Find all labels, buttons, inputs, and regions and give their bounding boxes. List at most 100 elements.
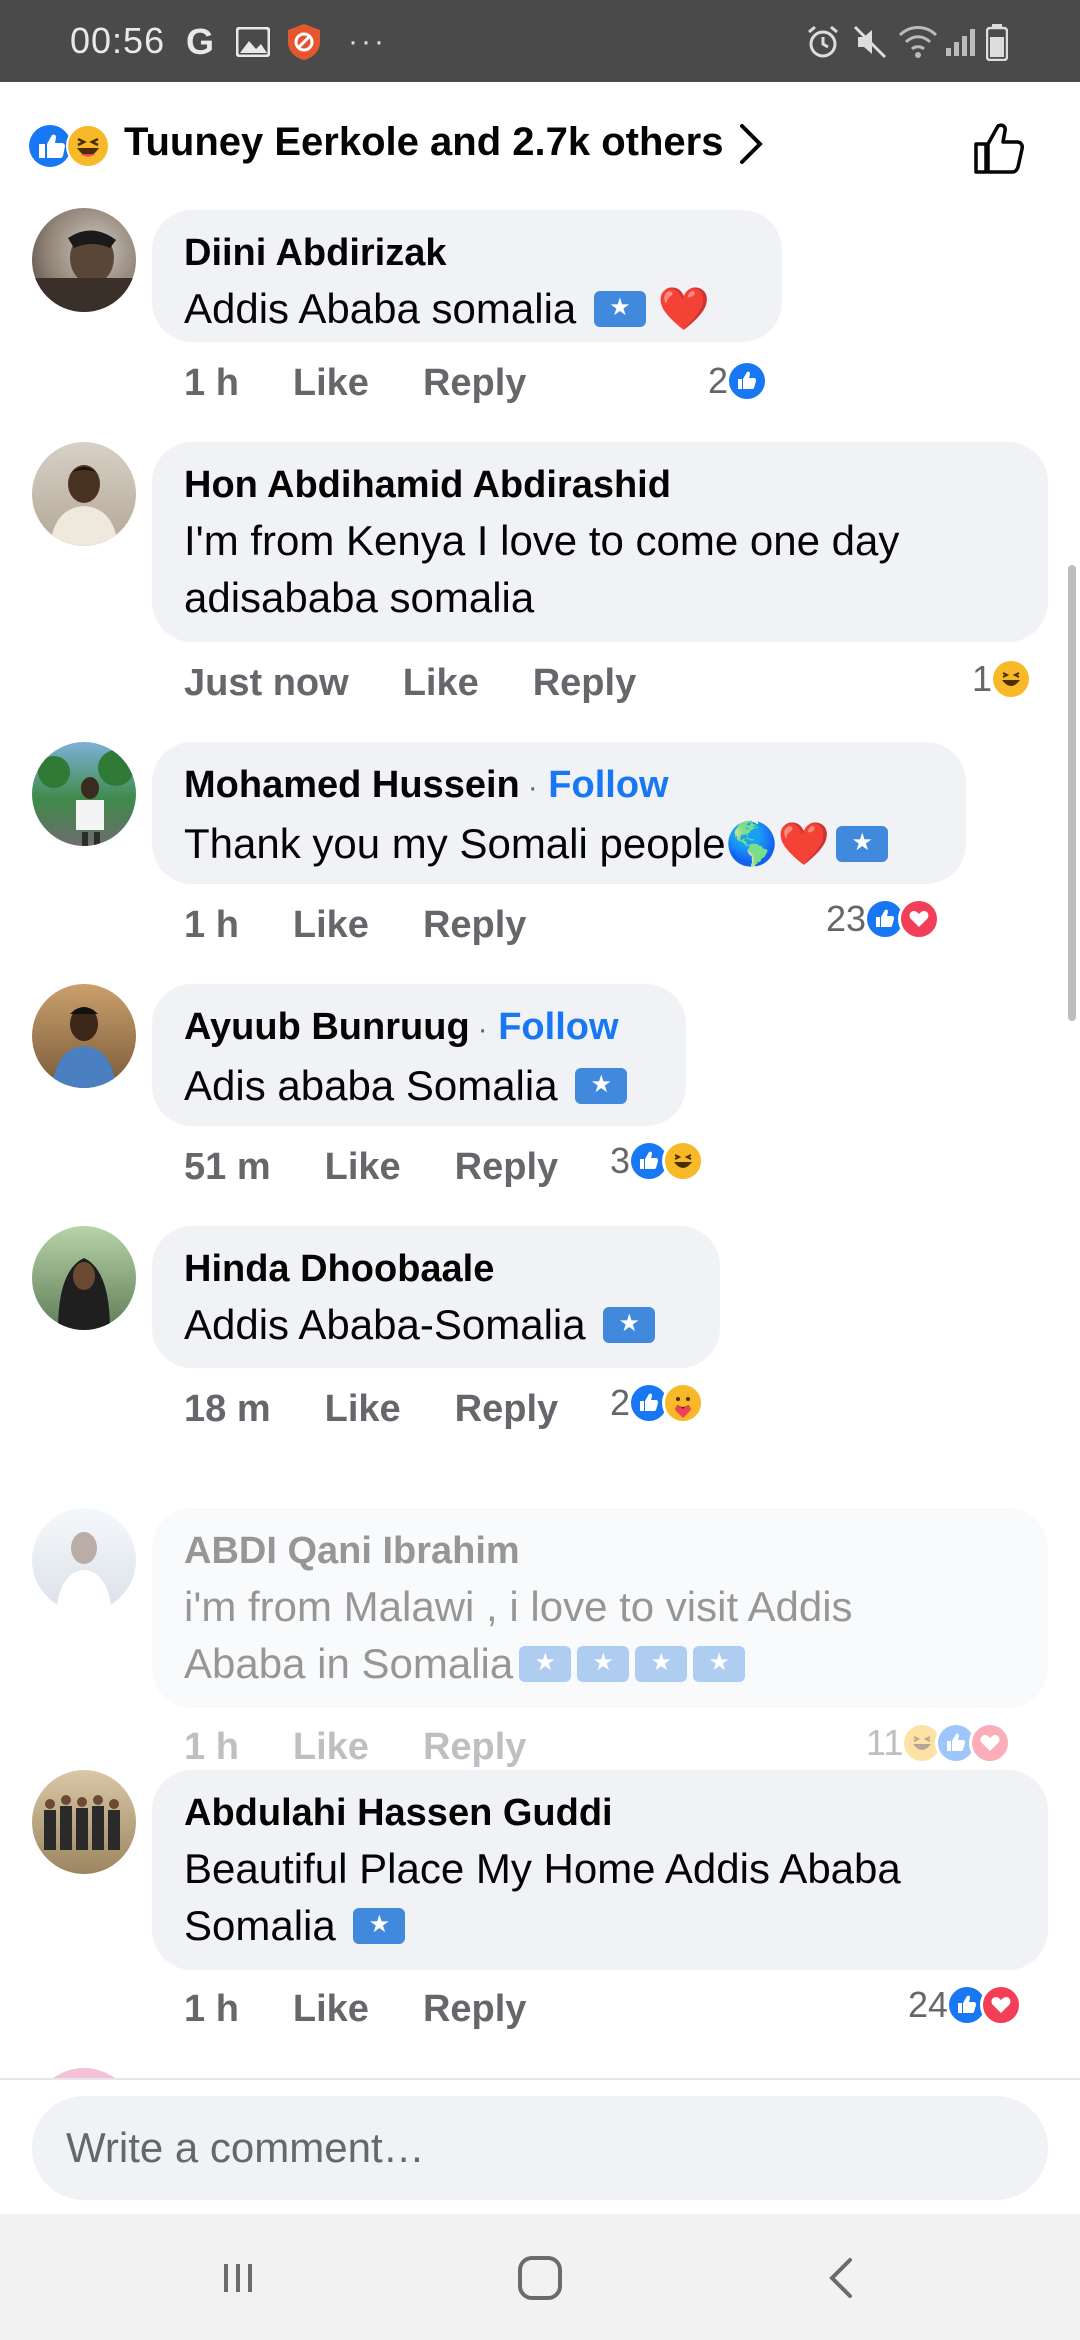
comment-text-line: I'm from Kenya I love to come one day	[184, 517, 900, 564]
reply-button[interactable]: Reply	[533, 662, 636, 705]
gallery-icon	[236, 22, 270, 62]
google-icon: G	[186, 21, 215, 62]
comment-time[interactable]: 1 h	[184, 1726, 239, 1769]
comment-time[interactable]: 18 m	[184, 1388, 271, 1431]
avatar[interactable]	[32, 984, 136, 1088]
next-avatar-peek	[32, 2068, 136, 2078]
chevron-right-icon[interactable]	[736, 122, 766, 171]
comment-text: Adis ababa Somalia	[184, 1057, 654, 1114]
shield-icon	[286, 22, 322, 62]
reply-button[interactable]: Reply	[423, 1988, 526, 2031]
comment-bubble[interactable]: Diini Abdirizak Addis Ababa somalia ❤️	[152, 210, 782, 342]
avatar[interactable]	[32, 442, 136, 546]
avatar[interactable]	[32, 208, 136, 312]
somalia-flag-icon	[603, 1307, 656, 1343]
commenter-name[interactable]: Hon Abdihamid Abdirashid	[184, 462, 1016, 508]
like-button[interactable]: Like	[293, 1726, 369, 1769]
globe-heart-emoji: 🌎❤️	[725, 820, 831, 867]
comment-time[interactable]: 1 h	[184, 904, 239, 947]
comment-actions: 18 m Like Reply	[184, 1388, 558, 1431]
comment-bubble[interactable]: Hinda Dhoobaale Addis Ababa-Somalia	[152, 1226, 720, 1368]
love-reaction-icon	[898, 898, 941, 940]
commenter-name[interactable]: Diini Abdirizak	[184, 230, 750, 276]
comment-text: Addis Ababa somalia ❤️	[184, 280, 750, 337]
reaction-count: 11	[866, 1722, 904, 1763]
reply-button[interactable]: Reply	[423, 904, 526, 947]
comment-time[interactable]: 1 h	[184, 362, 239, 405]
comment-bubble[interactable]: Ayuub Bunruug · Follow Adis ababa Somalia	[152, 984, 686, 1126]
commenter-name: Mohamed Hussein · Follow	[184, 762, 934, 811]
somalia-flag-icon	[353, 1908, 406, 1944]
comment-time[interactable]: Just now	[184, 662, 349, 705]
scrollbar[interactable]	[1068, 565, 1076, 1021]
comment-bubble[interactable]: Hon Abdihamid Abdirashid I'm from Kenya …	[152, 442, 1048, 642]
avatar[interactable]	[32, 1770, 136, 1874]
comment-time[interactable]: 51 m	[184, 1146, 271, 1189]
alarm-icon	[805, 22, 841, 62]
comment-time[interactable]: 1 h	[184, 1988, 239, 2031]
comment-actions: Just now Like Reply	[184, 662, 636, 705]
reaction-icons	[28, 124, 110, 173]
somalia-flag-icon	[836, 826, 889, 862]
like-button[interactable]: Like	[403, 662, 479, 705]
red-heart-emoji: ❤️	[657, 285, 710, 332]
commenter-name[interactable]: Abdulahi Hassen Guddi	[184, 1790, 1016, 1836]
comment-bubble[interactable]: Abdulahi Hassen Guddi Beautiful Place My…	[152, 1770, 1048, 1970]
wifi-icon	[898, 22, 938, 62]
recent-apps-button[interactable]	[208, 2250, 268, 2306]
reply-button[interactable]: Reply	[455, 1388, 558, 1431]
comment-reactions[interactable]: 2	[708, 360, 769, 402]
comment-reactions[interactable]: 24	[908, 1984, 1023, 2026]
like-button[interactable]: Like	[325, 1146, 401, 1189]
comment-text-body: Adis ababa Somalia	[184, 1062, 558, 1109]
like-button[interactable]: Like	[293, 1988, 369, 2031]
reply-button[interactable]: Reply	[423, 362, 526, 405]
mute-icon	[852, 22, 888, 62]
avatar[interactable]	[32, 742, 136, 846]
follow-separator: ·	[477, 1013, 488, 1046]
signal-icon	[944, 22, 976, 62]
follow-button[interactable]: Follow	[498, 1006, 618, 1048]
like-button[interactable]: Like	[293, 362, 369, 405]
comment-text-line: i'm from Malawi , i love to visit Addis	[184, 1583, 853, 1630]
comment-bubble[interactable]: Mohamed Hussein · Follow Thank you my Som…	[152, 742, 966, 884]
reaction-count: 3	[610, 1140, 631, 1181]
haha-reaction-icon	[662, 1140, 705, 1182]
comment-actions: 1 h Like Reply	[184, 904, 526, 947]
comment-reactions[interactable]: 11	[866, 1722, 1012, 1764]
comment-reactions[interactable]: 2	[610, 1382, 705, 1424]
commenter-name[interactable]: ABDI Qani Ibrahim	[184, 1528, 1016, 1574]
commenter-name[interactable]: Hinda Dhoobaale	[184, 1246, 688, 1292]
comment-input[interactable]: Write a comment…	[32, 2096, 1048, 2200]
comment-reactions[interactable]: 3	[610, 1140, 705, 1182]
like-button[interactable]: Like	[325, 1388, 401, 1431]
reply-button[interactable]: Reply	[423, 1726, 526, 1769]
commenter-name: Ayuub Bunruug · Follow	[184, 1004, 654, 1053]
like-reaction-icon	[726, 360, 769, 402]
status-time: 00:56	[70, 20, 166, 61]
comment-text-line: Beautiful Place My Home Addis Ababa	[184, 1845, 901, 1892]
commenter-name-text[interactable]: Mohamed Hussein	[184, 764, 520, 806]
reactions-summary-bar[interactable]: Tuuney Eerkole and 2.7k others	[0, 82, 1080, 210]
reply-button[interactable]: Reply	[455, 1146, 558, 1189]
back-button[interactable]	[812, 2250, 872, 2306]
follow-button[interactable]: Follow	[548, 764, 668, 806]
comment-reactions[interactable]: 23	[826, 898, 941, 940]
avatar[interactable]	[32, 1508, 136, 1612]
home-button[interactable]	[510, 2250, 570, 2306]
comment-text-body: Ababa in Somalia	[184, 1640, 514, 1687]
follow-separator: ·	[527, 771, 538, 804]
somalia-flag-icon	[593, 291, 646, 327]
avatar[interactable]	[32, 1226, 136, 1330]
haha-reaction-icon	[66, 124, 110, 173]
reactions-summary-text[interactable]: Tuuney Eerkole and 2.7k others	[124, 120, 723, 165]
comment-reactions[interactable]: 1	[972, 658, 1033, 700]
reaction-count: 24	[908, 1984, 949, 2025]
comment-text-body: Addis Ababa somalia	[184, 285, 577, 332]
comment-text: I'm from Kenya I love to come one day ad…	[184, 512, 1016, 626]
like-button[interactable]: Like	[293, 904, 369, 947]
commenter-name-text[interactable]: Ayuub Bunruug	[184, 1006, 470, 1048]
love-reaction-icon	[969, 1722, 1012, 1764]
like-post-button[interactable]	[972, 120, 1028, 181]
comment-bubble[interactable]: ABDI Qani Ibrahim i'm from Malawi , i lo…	[152, 1508, 1048, 1708]
